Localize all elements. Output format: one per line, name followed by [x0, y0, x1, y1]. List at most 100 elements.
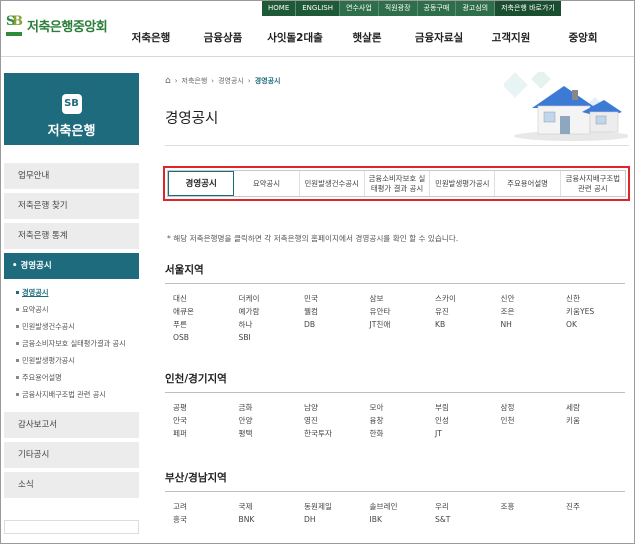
- bank-link[interactable]: 인성: [435, 414, 501, 427]
- region-title: 부산/경남지역: [165, 472, 227, 484]
- sidebar-submenu: 경영공시 요약공시 민원발생건수공시 금융소비자보호 실태평가결과 공시 민원발…: [4, 283, 139, 412]
- title-divider: [165, 145, 629, 146]
- nav-data-room[interactable]: 금융자료실: [403, 30, 475, 45]
- sidebar-item-statistics[interactable]: 저축은행 통계: [4, 223, 139, 249]
- bank-link[interactable]: 페퍼: [173, 427, 239, 440]
- bank-link[interactable]: 대신: [173, 292, 239, 305]
- bank-link[interactable]: DB: [304, 318, 370, 331]
- bank-link[interactable]: 부림: [435, 401, 501, 414]
- topbar-purchase-link[interactable]: 공동구매: [418, 1, 457, 16]
- nav-customer-support[interactable]: 고객지원: [475, 30, 547, 45]
- region-busan-gyeongnam: 부산/경남지역 고려 국제 동원제일 솔브레인 우리 조흥 진주 흥국 BNK DH IBK S&T: [165, 470, 625, 526]
- topbar-home-link[interactable]: HOME: [262, 1, 297, 16]
- bank-link[interactable]: 모아: [370, 401, 436, 414]
- sidebar-sub-complaint-eval[interactable]: 민원발생평가공시: [14, 355, 139, 366]
- bank-link[interactable]: IBK: [370, 513, 436, 526]
- topbar-bank-shortcut[interactable]: 저축은행 바로가기: [495, 1, 561, 16]
- topbar-english-link[interactable]: ENGLISH: [296, 1, 341, 16]
- tab-complaint-count[interactable]: 민원발생건수공시: [300, 171, 365, 196]
- bank-link[interactable]: OSB: [173, 331, 239, 344]
- home-icon[interactable]: ⌂: [165, 76, 171, 86]
- bank-link[interactable]: 진주: [566, 500, 632, 513]
- nav-federation[interactable]: 중앙회: [547, 30, 619, 45]
- bank-link[interactable]: 푸른: [173, 318, 239, 331]
- bank-link[interactable]: 더케이: [239, 292, 305, 305]
- bank-link[interactable]: 애큐온: [173, 305, 239, 318]
- breadcrumb-item[interactable]: 저축은행: [182, 76, 208, 86]
- bank-link[interactable]: 예가람: [239, 305, 305, 318]
- sidebar-sub-summary[interactable]: 요약공시: [14, 304, 139, 315]
- bank-link[interactable]: 삼정: [501, 401, 567, 414]
- bank-link[interactable]: 삼보: [370, 292, 436, 305]
- bank-link[interactable]: NH: [501, 318, 567, 331]
- bank-link[interactable]: 신안: [501, 292, 567, 305]
- bank-link[interactable]: 키움: [566, 414, 632, 427]
- sidebar-footer-box: [4, 520, 139, 534]
- bank-link[interactable]: 융창: [370, 414, 436, 427]
- bank-link[interactable]: 평택: [239, 427, 305, 440]
- bank-link[interactable]: 조흥: [501, 500, 567, 513]
- bank-link[interactable]: 국제: [239, 500, 305, 513]
- nav-sunshine-loan[interactable]: 햇살론: [331, 30, 403, 45]
- tab-management-disclosure[interactable]: 경영공시: [168, 171, 235, 196]
- bank-link[interactable]: 안양: [239, 414, 305, 427]
- sidebar-sub-glossary[interactable]: 주요용어설명: [14, 372, 139, 383]
- bank-link[interactable]: 웰컴: [304, 305, 370, 318]
- sidebar-sub-consumer-protection[interactable]: 금융소비자보호 실태평가결과 공시: [14, 338, 139, 349]
- bank-link[interactable]: S&T: [435, 513, 501, 526]
- sidebar-item-other-disclosure[interactable]: 기타공시: [4, 442, 139, 468]
- bank-link[interactable]: 민국: [304, 292, 370, 305]
- nav-products[interactable]: 금융상품: [187, 30, 259, 45]
- bank-link[interactable]: 우리: [435, 500, 501, 513]
- bank-link[interactable]: 유안타: [370, 305, 436, 318]
- bank-link[interactable]: OK: [566, 318, 632, 331]
- tab-summary-disclosure[interactable]: 요약공시: [234, 171, 300, 196]
- sidebar-item-business[interactable]: 업무안내: [4, 163, 139, 189]
- bank-link[interactable]: 흥국: [173, 513, 239, 526]
- tab-complaint-eval[interactable]: 민원발생평가공시: [430, 171, 496, 196]
- bank-link[interactable]: JT친애: [370, 318, 436, 331]
- bank-link[interactable]: 키움YES: [566, 305, 632, 318]
- sidebar-sub-governance[interactable]: 금융사지배구조법 관련 공시: [14, 389, 139, 400]
- bank-link[interactable]: 조은: [501, 305, 567, 318]
- bank-link[interactable]: 고려: [173, 500, 239, 513]
- topbar-staff-link[interactable]: 직원광장: [379, 1, 418, 16]
- site-logo[interactable]: SB 저축은행중앙회: [6, 14, 108, 36]
- bank-link[interactable]: 하나: [239, 318, 305, 331]
- sidebar-sub-management[interactable]: 경영공시: [14, 287, 139, 298]
- topbar-training-link[interactable]: 연수사업: [340, 1, 379, 16]
- sidebar-item-news[interactable]: 소식: [4, 472, 139, 498]
- bank-link[interactable]: 남양: [304, 401, 370, 414]
- sidebar-item-audit-report[interactable]: 감사보고서: [4, 412, 139, 438]
- nav-savings-bank[interactable]: 저축은행: [115, 30, 187, 45]
- topbar-ad-review-link[interactable]: 광고심의: [456, 1, 496, 16]
- bank-link[interactable]: 유진: [435, 305, 501, 318]
- bank-link[interactable]: 인천: [501, 414, 567, 427]
- bank-link[interactable]: DH: [304, 513, 370, 526]
- bank-link[interactable]: JT: [435, 427, 501, 440]
- bank-link[interactable]: 한화: [370, 427, 436, 440]
- house-illustration-icon: [504, 72, 628, 141]
- bank-link[interactable]: BNK: [239, 513, 305, 526]
- bank-link[interactable]: 안국: [173, 414, 239, 427]
- bank-link[interactable]: 스카이: [435, 292, 501, 305]
- bank-link[interactable]: 금화: [239, 401, 305, 414]
- bank-link[interactable]: 솔브레인: [370, 500, 436, 513]
- nav-saitdol-loan[interactable]: 사잇돌2대출: [259, 30, 331, 45]
- bank-link[interactable]: SBI: [239, 331, 305, 344]
- bank-link[interactable]: KB: [435, 318, 501, 331]
- breadcrumb-item[interactable]: 경영공시: [218, 76, 244, 86]
- bank-link[interactable]: 영진: [304, 414, 370, 427]
- bank-link[interactable]: 신한: [566, 292, 632, 305]
- bank-link[interactable]: 동원제일: [304, 500, 370, 513]
- bank-link[interactable]: 공평: [173, 401, 239, 414]
- sidebar-item-management-disclosure[interactable]: • 경영공시: [4, 253, 139, 279]
- sidebar-sub-complaint-count[interactable]: 민원발생건수공시: [14, 321, 139, 332]
- bank-link[interactable]: 세람: [566, 401, 632, 414]
- tab-governance[interactable]: 금융사지배구조법 관련 공시: [561, 171, 625, 196]
- bank-link[interactable]: 한국투자: [304, 427, 370, 440]
- tab-consumer-protection[interactable]: 금융소비자보호 실태평가 결과 공시: [365, 171, 431, 196]
- disclosure-tabs-highlight: 경영공시 요약공시 민원발생건수공시 금융소비자보호 실태평가 결과 공시 민원…: [163, 166, 630, 201]
- sidebar-item-find-bank[interactable]: 저축은행 찾기: [4, 193, 139, 219]
- tab-glossary[interactable]: 주요용어설명: [495, 171, 561, 196]
